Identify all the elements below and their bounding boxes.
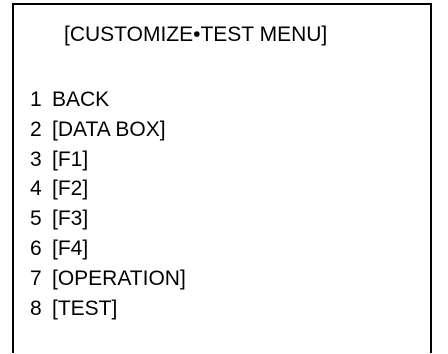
menu-item-label: BACK	[52, 88, 110, 111]
menu-item-number: 6	[30, 236, 42, 260]
menu-item-number: 7	[30, 266, 42, 290]
menu-item-data-box[interactable]: 2 [DATA BOX]	[30, 118, 186, 148]
menu-item-f2[interactable]: 4 [F2]	[30, 177, 186, 207]
menu-item-f4[interactable]: 6 [F4]	[30, 237, 186, 267]
menu-title: [CUSTOMIZE•TEST MENU]	[64, 23, 328, 46]
menu-item-f3[interactable]: 5 [F3]	[30, 207, 186, 237]
menu-item-operation[interactable]: 7 [OPERATION]	[30, 267, 186, 297]
menu-item-label: [F2]	[52, 177, 89, 201]
menu-item-label: [F3]	[52, 207, 89, 231]
menu-item-label: [TEST]	[52, 296, 118, 320]
menu-item-label: [F4]	[52, 236, 89, 260]
menu-item-label: [DATA BOX]	[52, 117, 166, 141]
menu-item-label: [OPERATION]	[52, 266, 186, 290]
menu-item-number: 1	[30, 88, 42, 111]
menu-item-back[interactable]: 1 BACK	[30, 88, 186, 118]
menu-item-number: 2	[30, 117, 42, 141]
menu-item-f1[interactable]: 3 [F1]	[30, 148, 186, 178]
menu-item-label: [F1]	[52, 147, 89, 171]
menu-item-number: 3	[30, 147, 42, 171]
menu-screen: [CUSTOMIZE•TEST MENU] 1 BACK 2 [DATA BOX…	[12, 3, 432, 353]
menu-item-number: 5	[30, 207, 42, 231]
menu-item-test[interactable]: 8 [TEST]	[30, 297, 186, 327]
menu-item-number: 8	[30, 296, 42, 320]
menu-item-number: 4	[30, 177, 42, 201]
menu-list: 1 BACK 2 [DATA BOX] 3 [F1] 4 [F2] 5 [F3]…	[30, 88, 186, 326]
